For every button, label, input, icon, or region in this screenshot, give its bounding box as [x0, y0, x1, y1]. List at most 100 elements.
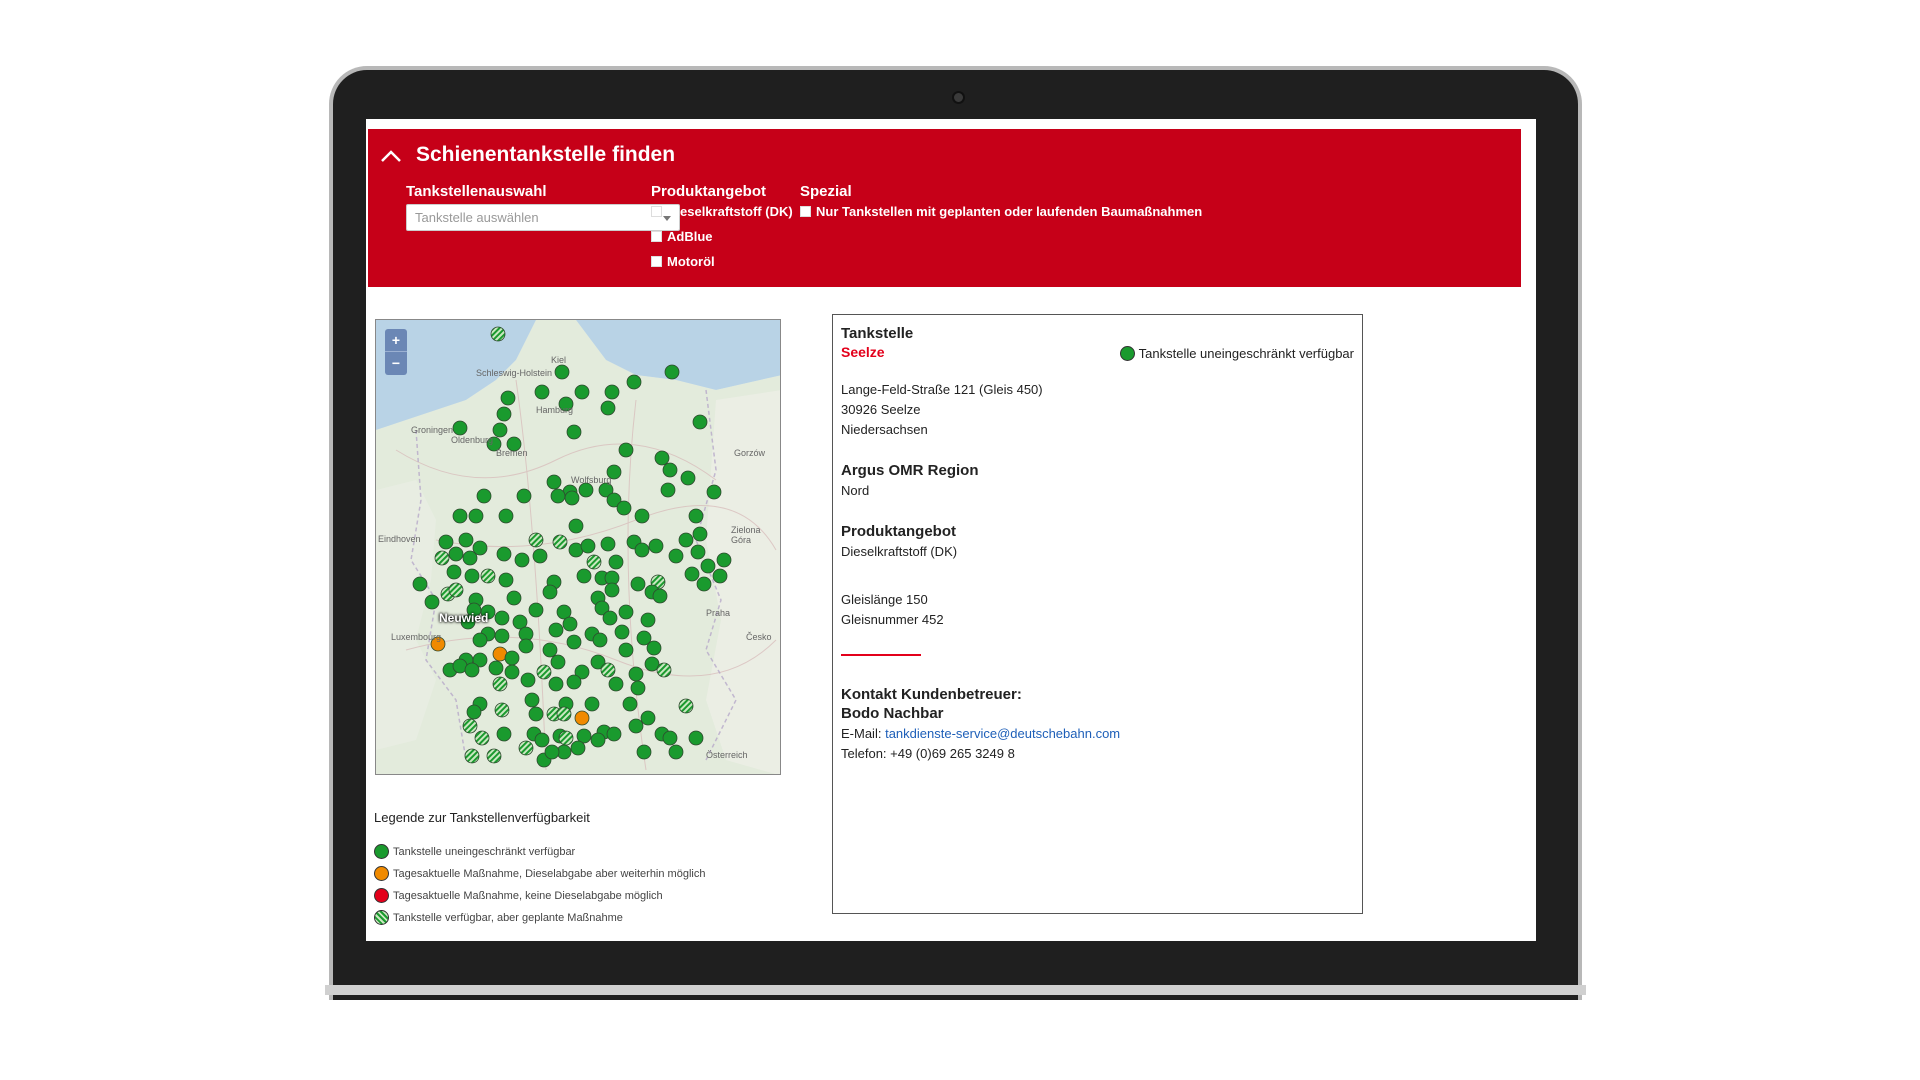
- station-marker[interactable]: [554, 364, 570, 380]
- station-marker[interactable]: [466, 704, 482, 720]
- station-marker[interactable]: [448, 582, 464, 598]
- station-marker[interactable]: [590, 732, 606, 748]
- station-marker[interactable]: [608, 554, 624, 570]
- station-marker[interactable]: [550, 654, 566, 670]
- station-marker[interactable]: [452, 508, 468, 524]
- station-marker[interactable]: [516, 488, 532, 504]
- chevron-up-icon[interactable]: [380, 149, 402, 163]
- station-marker[interactable]: [656, 662, 672, 678]
- station-marker[interactable]: [716, 552, 732, 568]
- station-marker[interactable]: [706, 484, 722, 500]
- station-marker[interactable]: [662, 462, 678, 478]
- station-marker[interactable]: [654, 450, 670, 466]
- station-marker[interactable]: [600, 536, 616, 552]
- station-marker[interactable]: [504, 664, 520, 680]
- station-marker[interactable]: [496, 726, 512, 742]
- station-marker[interactable]: [550, 488, 566, 504]
- station-marker[interactable]: [552, 534, 568, 550]
- station-marker[interactable]: [492, 422, 508, 438]
- station-marker[interactable]: [472, 632, 488, 648]
- station-marker[interactable]: [462, 550, 478, 566]
- station-marker[interactable]: [542, 642, 558, 658]
- station-marker[interactable]: [494, 628, 510, 644]
- station-marker[interactable]: [580, 538, 596, 554]
- checkbox-construction[interactable]: Nur Tankstellen mit geplanten oder laufe…: [800, 204, 1202, 219]
- station-marker[interactable]: [468, 508, 484, 524]
- station-marker[interactable]: [664, 364, 680, 380]
- station-marker[interactable]: [602, 610, 618, 626]
- station-marker[interactable]: [412, 576, 428, 592]
- station-marker[interactable]: [566, 674, 582, 690]
- station-marker[interactable]: [630, 680, 646, 696]
- checkbox-diesel[interactable]: Dieselkraftstoff (DK): [651, 204, 793, 219]
- station-marker[interactable]: [496, 406, 512, 422]
- station-marker[interactable]: [434, 550, 450, 566]
- station-marker[interactable]: [690, 544, 706, 560]
- station-marker[interactable]: [634, 542, 650, 558]
- station-marker[interactable]: [684, 566, 700, 582]
- station-marker[interactable]: [614, 624, 630, 640]
- station-marker[interactable]: [528, 706, 544, 722]
- email-link[interactable]: tankdienste-service@deutschebahn.com: [885, 726, 1120, 741]
- station-marker[interactable]: [536, 664, 552, 680]
- station-marker[interactable]: [616, 500, 632, 516]
- station-marker[interactable]: [480, 568, 496, 584]
- station-marker[interactable]: [618, 642, 634, 658]
- station-marker[interactable]: [534, 384, 550, 400]
- station-marker[interactable]: [528, 532, 544, 548]
- station-marker[interactable]: [498, 572, 514, 588]
- station-marker[interactable]: [692, 526, 708, 542]
- station-marker[interactable]: [608, 676, 624, 692]
- station-marker[interactable]: [634, 508, 650, 524]
- station-marker[interactable]: [630, 576, 646, 592]
- station-marker[interactable]: [626, 374, 642, 390]
- station-marker[interactable]: [604, 384, 620, 400]
- station-marker[interactable]: [548, 676, 564, 692]
- station-marker[interactable]: [566, 424, 582, 440]
- station-marker[interactable]: [446, 564, 462, 580]
- station-marker[interactable]: [464, 568, 480, 584]
- station-marker[interactable]: [578, 482, 594, 498]
- checkbox-box[interactable]: [651, 231, 662, 242]
- station-marker[interactable]: [636, 744, 652, 760]
- station-marker[interactable]: [518, 638, 534, 654]
- station-marker[interactable]: [586, 554, 602, 570]
- station-marker[interactable]: [524, 692, 540, 708]
- station-marker[interactable]: [680, 470, 696, 486]
- station-marker[interactable]: [528, 602, 544, 618]
- station-marker[interactable]: [544, 744, 560, 760]
- station-marker[interactable]: [486, 748, 502, 764]
- station-marker[interactable]: [500, 390, 516, 406]
- station-marker[interactable]: [648, 538, 664, 554]
- station-map[interactable]: + − Groningen Oldenburg Bremen Hamburg W…: [375, 319, 781, 775]
- station-marker[interactable]: [712, 568, 728, 584]
- station-marker[interactable]: [574, 710, 590, 726]
- station-marker[interactable]: [584, 696, 600, 712]
- station-marker[interactable]: [504, 650, 520, 666]
- station-marker[interactable]: [542, 584, 558, 600]
- station-marker[interactable]: [564, 490, 580, 506]
- station-marker[interactable]: [640, 612, 656, 628]
- station-marker[interactable]: [438, 534, 454, 550]
- station-marker[interactable]: [566, 634, 582, 650]
- station-marker[interactable]: [562, 616, 578, 632]
- station-marker[interactable]: [662, 730, 678, 746]
- station-marker[interactable]: [568, 518, 584, 534]
- station-marker[interactable]: [546, 474, 562, 490]
- station-marker[interactable]: [556, 706, 572, 722]
- station-marker[interactable]: [700, 558, 716, 574]
- station-marker[interactable]: [688, 730, 704, 746]
- station-marker[interactable]: [506, 590, 522, 606]
- station-marker[interactable]: [476, 488, 492, 504]
- station-marker[interactable]: [660, 482, 676, 498]
- station-marker[interactable]: [600, 400, 616, 416]
- zoom-in-button[interactable]: +: [385, 329, 407, 352]
- station-marker[interactable]: [618, 442, 634, 458]
- station-marker[interactable]: [494, 702, 510, 718]
- station-marker[interactable]: [462, 718, 478, 734]
- station-marker[interactable]: [492, 676, 508, 692]
- station-marker[interactable]: [534, 732, 550, 748]
- station-marker[interactable]: [570, 740, 586, 756]
- station-marker[interactable]: [600, 662, 616, 678]
- station-marker[interactable]: [652, 588, 668, 604]
